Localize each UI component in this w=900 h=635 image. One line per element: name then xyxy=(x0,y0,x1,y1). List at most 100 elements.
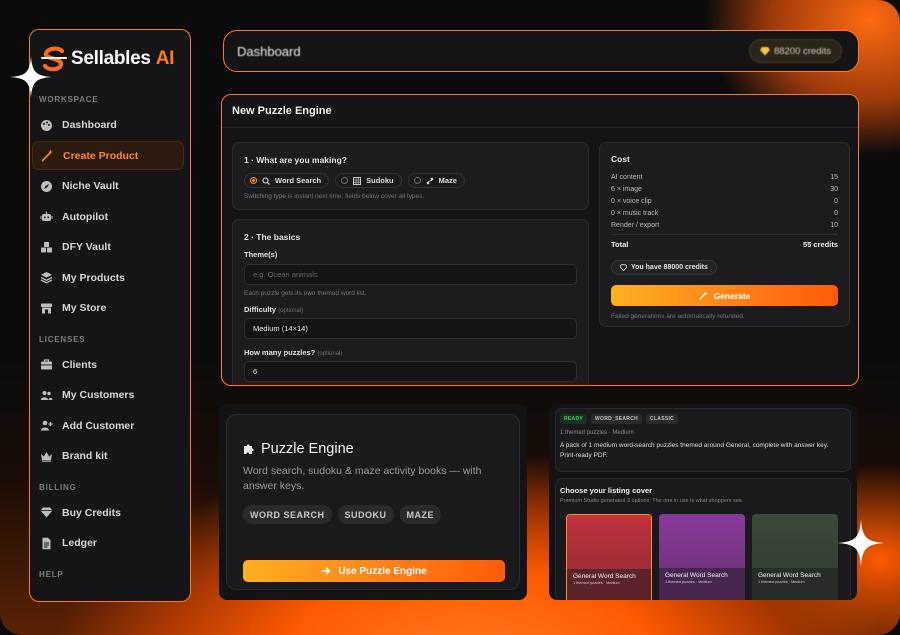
sidebar-item-label: Ledger xyxy=(62,537,98,549)
sidebar-item-label: Create Product xyxy=(63,149,139,162)
cost-row-value: 0 xyxy=(834,197,838,205)
crown-icon xyxy=(40,450,53,463)
sidebar-item-create-product[interactable]: Create Product xyxy=(32,141,184,170)
balance-text: You have 88000 credits xyxy=(631,264,708,271)
cost-row-value: 15 xyxy=(830,173,838,181)
cover-image xyxy=(752,514,838,568)
sidebar: Sellables AI WORKSPACE Dashboard Create Pr… xyxy=(29,29,191,602)
cover-picker-subtitle: Premium Studio generated 3 options. The … xyxy=(560,498,744,504)
robot-icon xyxy=(40,210,53,223)
sidebar-item-label: Niche Vault xyxy=(62,180,119,192)
brand-suffix: AI xyxy=(155,48,175,69)
sidebar-item-label: Buy Credits xyxy=(62,506,121,519)
total-label: Total xyxy=(611,240,629,249)
type-option-label: Maze xyxy=(438,176,457,185)
step-1-title: 1 · What are you making? xyxy=(244,155,347,165)
refund-note: Failed generations are automatically ref… xyxy=(611,313,745,320)
promo-cta-label: Use Puzzle Engine xyxy=(338,565,427,577)
diamond-icon xyxy=(40,506,53,519)
section-label-workspace: WORKSPACE xyxy=(39,95,99,104)
sidebar-item-label: My Customers xyxy=(62,389,135,401)
store-icon xyxy=(40,302,53,315)
promo-tags: WORD SEARCH SUDOKU MAZE xyxy=(243,505,442,524)
result-panel: READY WORD_SEARCH CLASSIC 1 themed puzzles… xyxy=(549,404,857,600)
sidebar-item-niche-vault[interactable]: Niche Vault xyxy=(32,172,184,201)
type-option-maze[interactable]: Maze xyxy=(407,173,465,188)
balance-pill: You have 88000 credits xyxy=(611,260,717,275)
sidebar-item-add-customer[interactable]: Add Customer xyxy=(32,411,184,440)
cost-row: 6 × image 30 xyxy=(611,183,838,195)
sidebar-item-ledger[interactable]: Ledger xyxy=(32,529,184,558)
user-plus-icon xyxy=(40,419,53,432)
cost-total-row: Total 55 credits xyxy=(611,240,838,249)
tag-sudoku: SUDOKU xyxy=(337,505,394,524)
page-title: Dashboard xyxy=(237,43,301,59)
cover-image xyxy=(659,514,745,568)
layers-icon xyxy=(40,271,53,284)
count-input[interactable]: 6 xyxy=(244,361,577,382)
grid-icon xyxy=(353,176,362,185)
sidebar-item-clients[interactable]: Clients xyxy=(32,350,184,379)
cost-row: 0 × music track 0 xyxy=(611,207,838,219)
magic-wand-icon xyxy=(41,149,54,162)
type-option-label: Word Search xyxy=(275,176,322,185)
sidebar-item-my-customers[interactable]: My Customers xyxy=(32,381,184,410)
promo-title-text: Puzzle Engine xyxy=(261,441,354,457)
sidebar-item-brand-kit[interactable]: Brand kit xyxy=(32,442,184,471)
radio-button[interactable] xyxy=(413,177,421,184)
cost-row-label: 6 × image xyxy=(611,185,642,193)
cover-option[interactable]: General Word Search 1 themed puzzles · Me… xyxy=(659,514,745,600)
cost-rows: AI content 15 6 × image 30 0 × voice clip 0 0 … xyxy=(611,171,838,235)
generate-label: Generate xyxy=(713,290,751,301)
difficulty-select[interactable]: Medium (14×14) xyxy=(244,318,577,339)
count-optional-tag: (optional) xyxy=(317,351,343,357)
difficulty-optional-tag: (optional) xyxy=(278,308,304,314)
sparkle-decoration xyxy=(835,517,887,569)
nav-billing: Buy Credits Ledger xyxy=(30,498,190,558)
sidebar-item-label: My Store xyxy=(62,302,107,314)
credits-amount: 88200 credits xyxy=(773,45,831,57)
type-option-word-search[interactable]: Word Search xyxy=(244,173,330,188)
step-2-title: 2 · The basics xyxy=(244,232,301,242)
briefcase-icon xyxy=(40,358,53,371)
sidebar-item-label: Clients xyxy=(62,358,98,371)
difficulty-label: Difficulty (optional) xyxy=(244,305,577,314)
puzzle-engine-panel: New Puzzle Engine 1 · What are you makin… xyxy=(221,94,859,386)
palette-icon xyxy=(40,119,53,132)
sidebar-item-buy-credits[interactable]: Buy Credits xyxy=(32,498,184,527)
cost-row-label: AI content xyxy=(611,173,643,181)
themes-input[interactable]: e.g. Ocean animals xyxy=(244,264,577,285)
puzzle-piece-icon xyxy=(244,444,254,454)
radio-button[interactable] xyxy=(341,177,349,184)
cover-option[interactable]: General Word Search 1 themed puzzles · Me… xyxy=(566,514,652,600)
sidebar-item-dashboard[interactable]: Dashboard xyxy=(32,111,184,140)
puzzle-engine-promo: Puzzle Engine Word search, sudoku & maze… xyxy=(219,404,527,600)
credits-badge[interactable]: 88200 credits xyxy=(748,39,842,63)
count-label-text: How many puzzles? xyxy=(244,348,316,357)
section-label-billing: BILLING xyxy=(39,482,77,492)
cover-meta: 1 themed puzzles · Medium xyxy=(665,580,712,584)
sidebar-item-my-products[interactable]: My Products xyxy=(32,263,184,292)
sidebar-item-my-store[interactable]: My Store xyxy=(32,294,184,323)
sidebar-item-autopilot[interactable]: Autopilot xyxy=(32,202,184,231)
use-puzzle-engine-button[interactable]: Use Puzzle Engine xyxy=(243,560,505,582)
cost-row-label: 0 × voice clip xyxy=(611,197,652,205)
cover-option[interactable]: General Word Search 1 themed puzzles · Me… xyxy=(752,514,838,600)
type-option-sudoku[interactable]: Sudoku xyxy=(335,173,402,188)
sidebar-item-label: Brand kit xyxy=(62,450,108,462)
status-badges: READY WORD_SEARCH CLASSIC xyxy=(560,414,679,424)
boxes-icon xyxy=(40,241,53,254)
radio-button[interactable] xyxy=(250,177,257,184)
cost-row-value: 30 xyxy=(830,185,838,193)
puzzle-type-options: Word Search Sudoku Maze xyxy=(244,173,577,188)
cover-picker-title: Choose your listing cover xyxy=(560,486,653,495)
generate-button[interactable]: Generate xyxy=(611,285,838,306)
cover-meta: 1 themed puzzles · Medium xyxy=(573,581,620,585)
search-icon xyxy=(262,176,270,185)
users-icon xyxy=(40,389,53,402)
brand[interactable]: Sellables AI xyxy=(30,30,190,88)
themes-hint: Each puzzle gets its own themed word lis… xyxy=(244,290,367,297)
app-frame: Sellables AI WORKSPACE Dashboard Create Pr… xyxy=(0,0,900,635)
tag-maze: MAZE xyxy=(399,505,442,524)
sidebar-item-dfy-vault[interactable]: DFY Vault xyxy=(32,233,184,262)
